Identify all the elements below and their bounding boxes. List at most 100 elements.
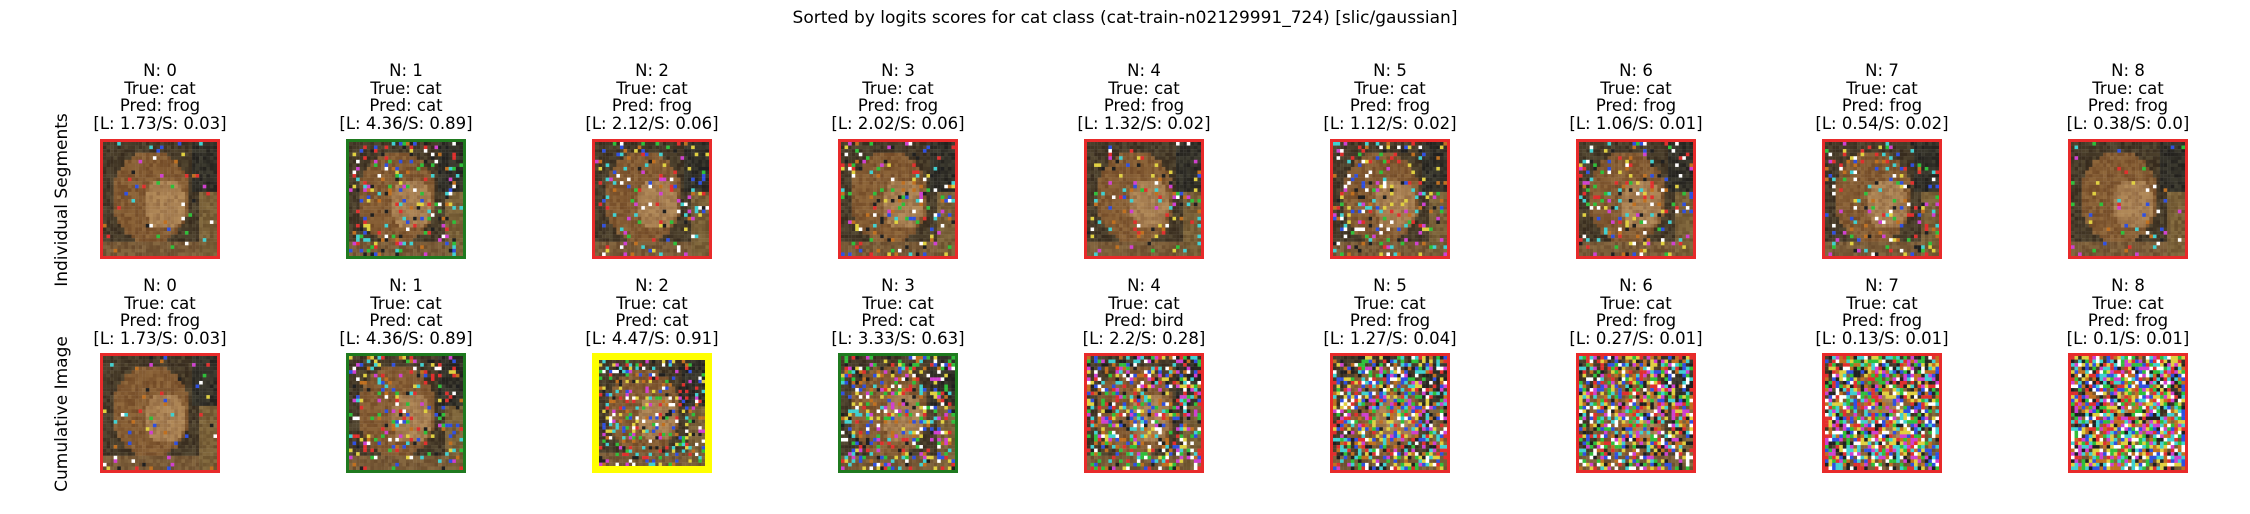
cell-title-true: True: cat: [532, 80, 772, 98]
cell-title-score: [L: 2.02/S: 0.06]: [778, 115, 1018, 133]
cell-title-pred: Pred: frog: [40, 97, 280, 115]
lion-image: [349, 142, 463, 256]
cell-title-n: N: 7: [1762, 62, 2002, 80]
cell-title-score: [L: 0.1/S: 0.01]: [2008, 330, 2248, 348]
cell-title-n: N: 1: [286, 62, 526, 80]
image-thumbnail: [592, 353, 712, 473]
image-thumbnail: [1576, 139, 1696, 259]
cell-title: N: 1True: catPred: cat[L: 4.36/S: 0.89]: [286, 62, 526, 132]
cell-title-score: [L: 1.12/S: 0.02]: [1270, 115, 1510, 133]
cell-title-true: True: cat: [1270, 295, 1510, 313]
cell-title: N: 6True: catPred: frog[L: 0.27/S: 0.01]: [1516, 277, 1756, 347]
cell-title: N: 3True: catPred: frog[L: 2.02/S: 0.06]: [778, 62, 1018, 132]
cell-title-pred: Pred: cat: [286, 312, 526, 330]
cell-title-true: True: cat: [778, 295, 1018, 313]
cell-title-n: N: 5: [1270, 62, 1510, 80]
cell-title-true: True: cat: [1024, 80, 1264, 98]
cell-title-score: [L: 0.13/S: 0.01]: [1762, 330, 2002, 348]
image-thumbnail: [100, 353, 220, 473]
cell-title-n: N: 0: [40, 62, 280, 80]
cell-title-score: [L: 0.38/S: 0.0]: [2008, 115, 2248, 133]
image-thumbnail: [346, 353, 466, 473]
cell-title: N: 4True: catPred: bird[L: 2.2/S: 0.28]: [1024, 277, 1264, 347]
cell-title-score: [L: 2.2/S: 0.28]: [1024, 330, 1264, 348]
lion-image: [349, 356, 463, 470]
cell-title: N: 1True: catPred: cat[L: 4.36/S: 0.89]: [286, 277, 526, 347]
cell-title-n: N: 2: [532, 62, 772, 80]
cell-title-n: N: 7: [1762, 277, 2002, 295]
cell-title-pred: Pred: frog: [2008, 97, 2248, 115]
cell-title: N: 2True: catPred: frog[L: 2.12/S: 0.06]: [532, 62, 772, 132]
cell-title-score: [L: 1.27/S: 0.04]: [1270, 330, 1510, 348]
cell-title-n: N: 3: [778, 277, 1018, 295]
cell-title: N: 3True: catPred: cat[L: 3.33/S: 0.63]: [778, 277, 1018, 347]
cell-title-score: [L: 3.33/S: 0.63]: [778, 330, 1018, 348]
image-thumbnail: [1084, 139, 1204, 259]
cell-title-pred: Pred: cat: [286, 97, 526, 115]
cell-title-true: True: cat: [1762, 80, 2002, 98]
cell-title-n: N: 8: [2008, 62, 2248, 80]
cell-title-true: True: cat: [2008, 80, 2248, 98]
image-thumbnail: [1330, 353, 1450, 473]
image-thumbnail: [1084, 353, 1204, 473]
cell-title-score: [L: 2.12/S: 0.06]: [532, 115, 772, 133]
cell-title-pred: Pred: frog: [778, 97, 1018, 115]
cell-title-score: [L: 1.73/S: 0.03]: [40, 115, 280, 133]
cell-title-n: N: 8: [2008, 277, 2248, 295]
cell-title-pred: Pred: frog: [1516, 312, 1756, 330]
image-thumbnail: [1822, 139, 1942, 259]
cell-title-pred: Pred: frog: [1270, 97, 1510, 115]
cell-title-n: N: 1: [286, 277, 526, 295]
image-thumbnail: [346, 139, 466, 259]
lion-image: [1825, 356, 1939, 470]
cell-title-true: True: cat: [286, 80, 526, 98]
cell-title-n: N: 3: [778, 62, 1018, 80]
lion-image: [1333, 142, 1447, 256]
cell-title-true: True: cat: [40, 295, 280, 313]
image-thumbnail: [1822, 353, 1942, 473]
image-thumbnail: [592, 139, 712, 259]
cell-title: N: 7True: catPred: frog[L: 0.54/S: 0.02]: [1762, 62, 2002, 132]
cell-title-true: True: cat: [1270, 80, 1510, 98]
cell-title-n: N: 0: [40, 277, 280, 295]
cell-title-score: [L: 0.27/S: 0.01]: [1516, 330, 1756, 348]
lion-image: [1825, 142, 1939, 256]
cell-title: N: 4True: catPred: frog[L: 1.32/S: 0.02]: [1024, 62, 1264, 132]
cell-title-n: N: 6: [1516, 62, 1756, 80]
cell-title: N: 7True: catPred: frog[L: 0.13/S: 0.01]: [1762, 277, 2002, 347]
image-thumbnail: [838, 139, 958, 259]
cell-title-true: True: cat: [2008, 295, 2248, 313]
image-thumbnail: [2068, 139, 2188, 259]
cell-title: N: 0True: catPred: frog[L: 1.73/S: 0.03]: [40, 62, 280, 132]
lion-image: [2071, 356, 2185, 470]
cell-title-true: True: cat: [1516, 80, 1756, 98]
cell-title: N: 5True: catPred: frog[L: 1.12/S: 0.02]: [1270, 62, 1510, 132]
lion-image: [841, 142, 955, 256]
lion-image: [1579, 142, 1693, 256]
lion-image: [1333, 356, 1447, 470]
cell-title-pred: Pred: frog: [1270, 312, 1510, 330]
cell-title-pred: Pred: frog: [1762, 312, 2002, 330]
cell-title-score: [L: 4.36/S: 0.89]: [286, 115, 526, 133]
cell-title: N: 2True: catPred: cat[L: 4.47/S: 0.91]: [532, 277, 772, 347]
cell-title-true: True: cat: [40, 80, 280, 98]
cell-title-pred: Pred: bird: [1024, 312, 1264, 330]
cell-title-score: [L: 4.36/S: 0.89]: [286, 330, 526, 348]
cell-title: N: 5True: catPred: frog[L: 1.27/S: 0.04]: [1270, 277, 1510, 347]
cell-title: N: 8True: catPred: frog[L: 0.38/S: 0.0]: [2008, 62, 2248, 132]
lion-image: [103, 356, 217, 470]
cell-title-pred: Pred: frog: [1762, 97, 2002, 115]
cell-title-n: N: 4: [1024, 277, 1264, 295]
cell-title: N: 6True: catPred: frog[L: 1.06/S: 0.01]: [1516, 62, 1756, 132]
cell-title-pred: Pred: frog: [2008, 312, 2248, 330]
cell-title-score: [L: 0.54/S: 0.02]: [1762, 115, 2002, 133]
cell-title-pred: Pred: cat: [778, 312, 1018, 330]
cell-title-true: True: cat: [1516, 295, 1756, 313]
cell-title-pred: Pred: frog: [532, 97, 772, 115]
image-thumbnail: [100, 139, 220, 259]
cell-title-pred: Pred: frog: [1024, 97, 1264, 115]
lion-image: [841, 356, 955, 470]
lion-image: [595, 142, 709, 256]
lion-image: [1579, 356, 1693, 470]
cell-title-score: [L: 1.73/S: 0.03]: [40, 330, 280, 348]
